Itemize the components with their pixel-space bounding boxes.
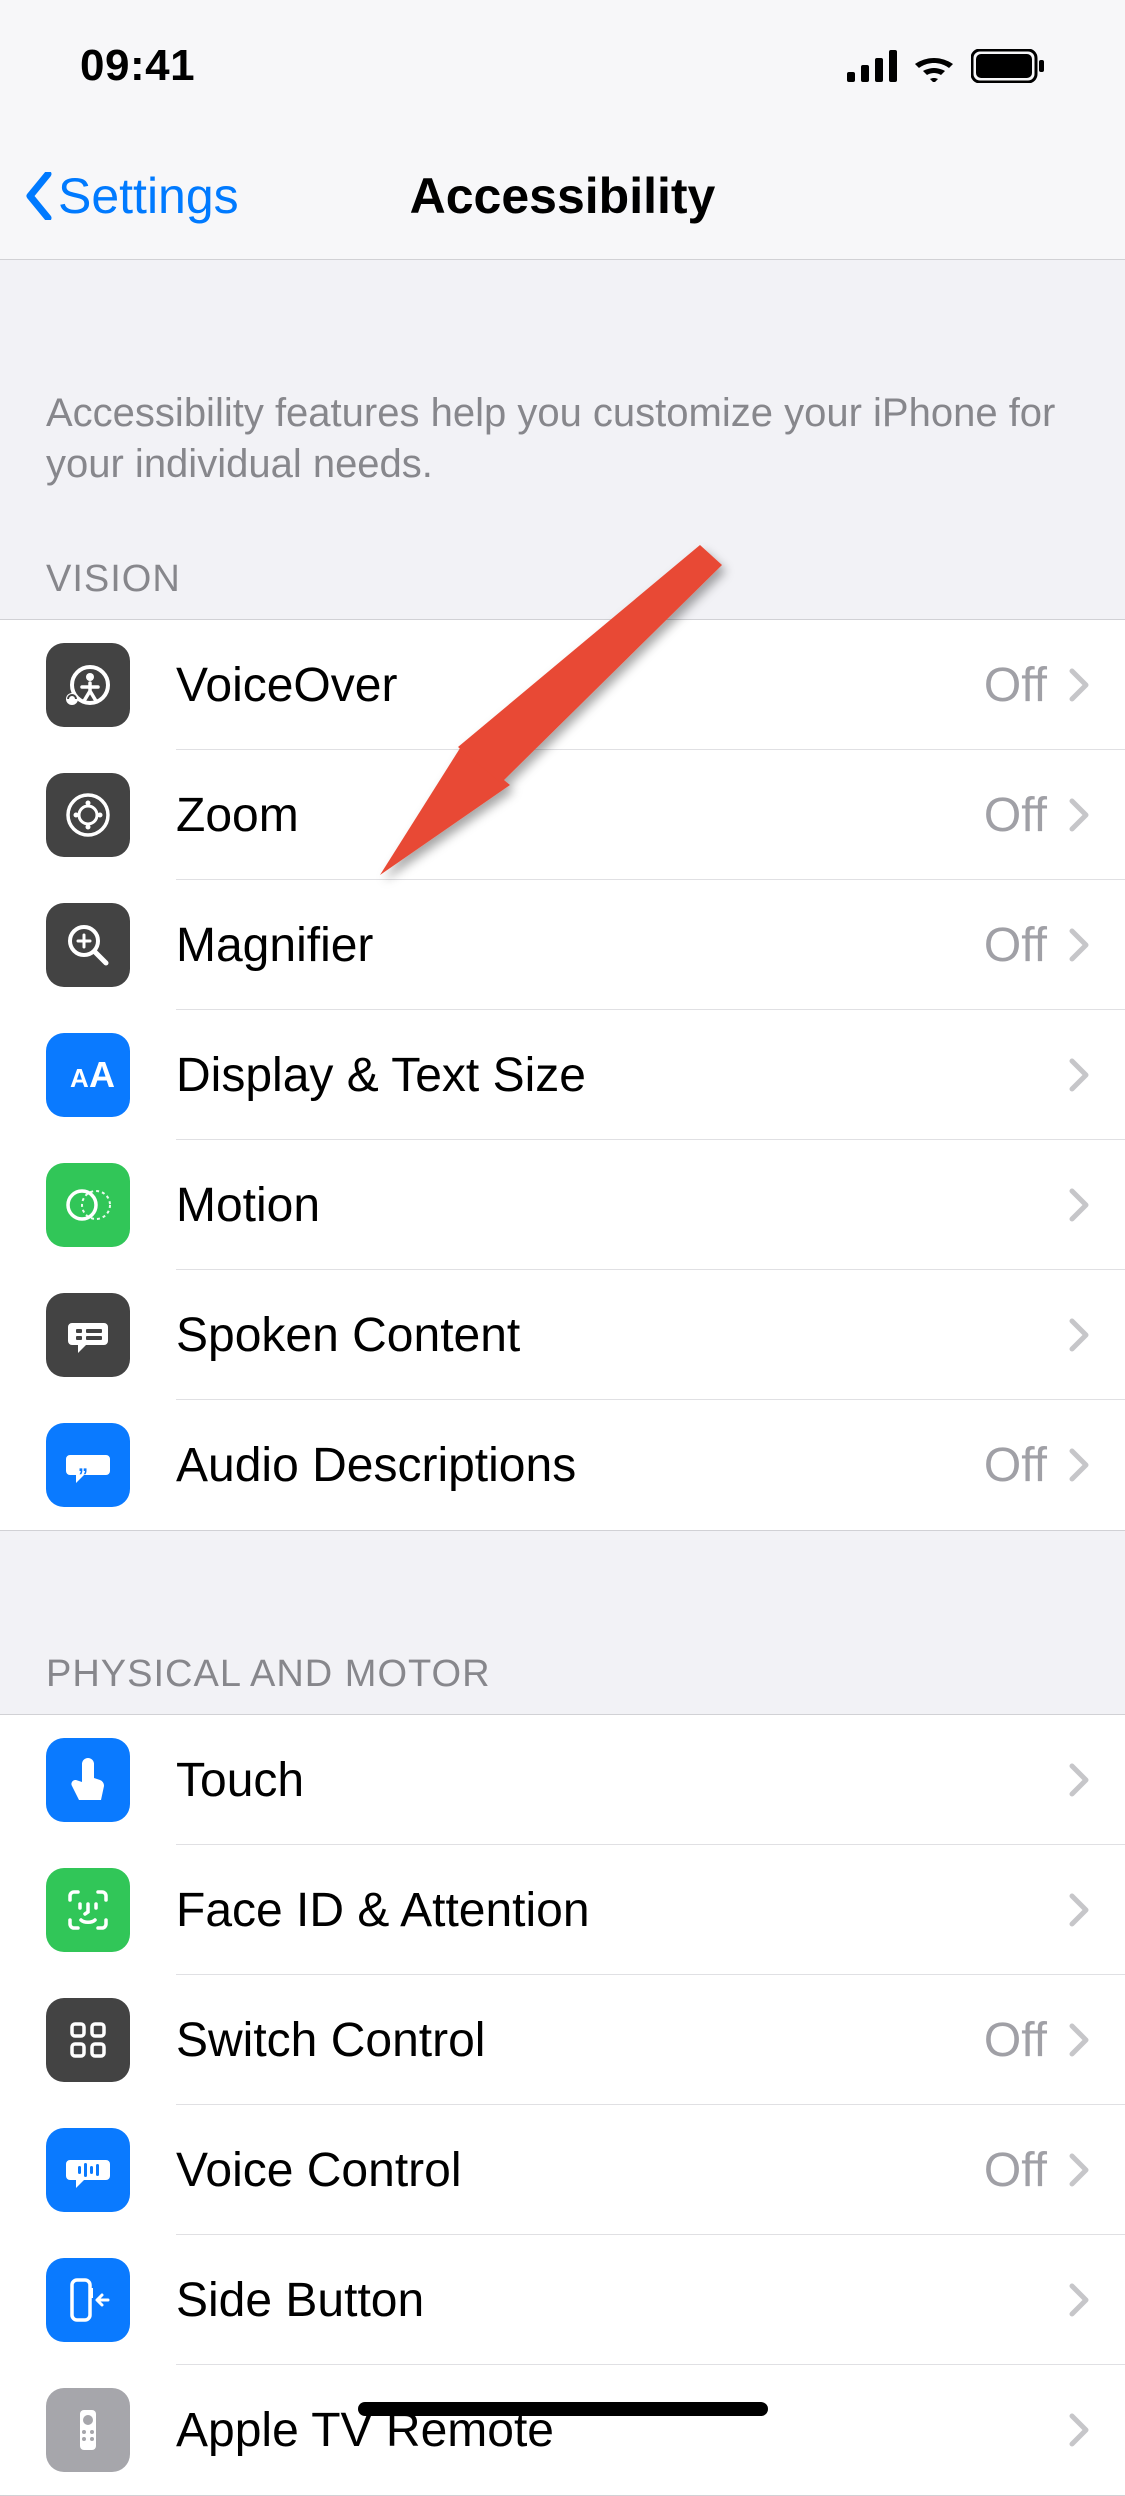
battery-icon [971,49,1045,83]
chevron-left-icon [24,172,52,220]
row-side-button[interactable]: Side Button [0,2235,1125,2365]
section-header-physical: PHYSICAL AND MOTOR [0,1635,1125,1714]
row-label: Side Button [176,2273,1047,2328]
chevron-right-icon [1069,1448,1089,1482]
section-header-vision: VISION [0,540,1125,619]
row-label: Face ID & Attention [176,1883,1047,1938]
home-indicator [358,2402,768,2416]
audio-descriptions-icon: „ [46,1423,130,1507]
status-bar: 09:41 [0,0,1125,132]
row-label: Audio Descriptions [176,1438,984,1493]
row-value: Off [984,658,1047,713]
switch-control-icon [46,1998,130,2082]
row-label: Display & Text Size [176,1048,1047,1103]
magnifier-icon [46,903,130,987]
row-value: Off [984,788,1047,843]
text-size-icon: AA [46,1033,130,1117]
voice-control-icon [46,2128,130,2212]
row-label: VoiceOver [176,658,984,713]
svg-text:A: A [70,1063,89,1093]
spoken-content-icon [46,1293,130,1377]
chevron-right-icon [1069,928,1089,962]
row-value: Off [984,2143,1047,2198]
chevron-right-icon [1069,1188,1089,1222]
side-button-icon [46,2258,130,2342]
wifi-icon [911,50,957,82]
back-button[interactable]: Settings [0,167,239,225]
row-apple-tv-remote[interactable]: Apple TV Remote [0,2365,1125,2495]
row-label: Touch [176,1753,1047,1808]
back-label: Settings [58,167,239,225]
chevron-right-icon [1069,2413,1089,2447]
chevron-right-icon [1069,1058,1089,1092]
chevron-right-icon [1069,798,1089,832]
faceid-icon [46,1868,130,1952]
row-faceid[interactable]: Face ID & Attention [0,1845,1125,1975]
chevron-right-icon [1069,1318,1089,1352]
row-magnifier[interactable]: Magnifier Off [0,880,1125,1010]
row-label: Zoom [176,788,984,843]
physical-list: Touch Face ID & Attention Switch Control… [0,1714,1125,2496]
row-zoom[interactable]: Zoom Off [0,750,1125,880]
row-switch-control[interactable]: Switch Control Off [0,1975,1125,2105]
vision-list: VoiceOver Off Zoom Off Magnifier Off AA … [0,619,1125,1531]
chevron-right-icon [1069,1893,1089,1927]
status-time: 09:41 [80,41,195,91]
voiceover-icon [46,643,130,727]
row-display-text-size[interactable]: AA Display & Text Size [0,1010,1125,1140]
row-voice-control[interactable]: Voice Control Off [0,2105,1125,2235]
chevron-right-icon [1069,2153,1089,2187]
svg-text:A: A [89,1054,114,1095]
apple-tv-remote-icon [46,2388,130,2472]
row-label: Magnifier [176,918,984,973]
row-label: Motion [176,1178,1047,1233]
row-voiceover[interactable]: VoiceOver Off [0,620,1125,750]
chevron-right-icon [1069,2023,1089,2057]
zoom-icon [46,773,130,857]
row-spoken-content[interactable]: Spoken Content [0,1270,1125,1400]
row-value: Off [984,918,1047,973]
chevron-right-icon [1069,668,1089,702]
svg-text:„: „ [78,1454,88,1476]
nav-bar: Settings Accessibility [0,132,1125,260]
accessibility-description: Accessibility features help you customiz… [0,260,1125,540]
row-value: Off [984,2013,1047,2068]
touch-icon [46,1738,130,1822]
cellular-signal-icon [847,50,897,82]
chevron-right-icon [1069,2283,1089,2317]
row-touch[interactable]: Touch [0,1715,1125,1845]
row-value: Off [984,1438,1047,1493]
status-indicators [847,49,1045,83]
motion-icon [46,1163,130,1247]
row-label: Voice Control [176,2143,984,2198]
row-label: Switch Control [176,2013,984,2068]
row-motion[interactable]: Motion [0,1140,1125,1270]
chevron-right-icon [1069,1763,1089,1797]
row-audio-descriptions[interactable]: „ Audio Descriptions Off [0,1400,1125,1530]
row-label: Spoken Content [176,1308,1047,1363]
